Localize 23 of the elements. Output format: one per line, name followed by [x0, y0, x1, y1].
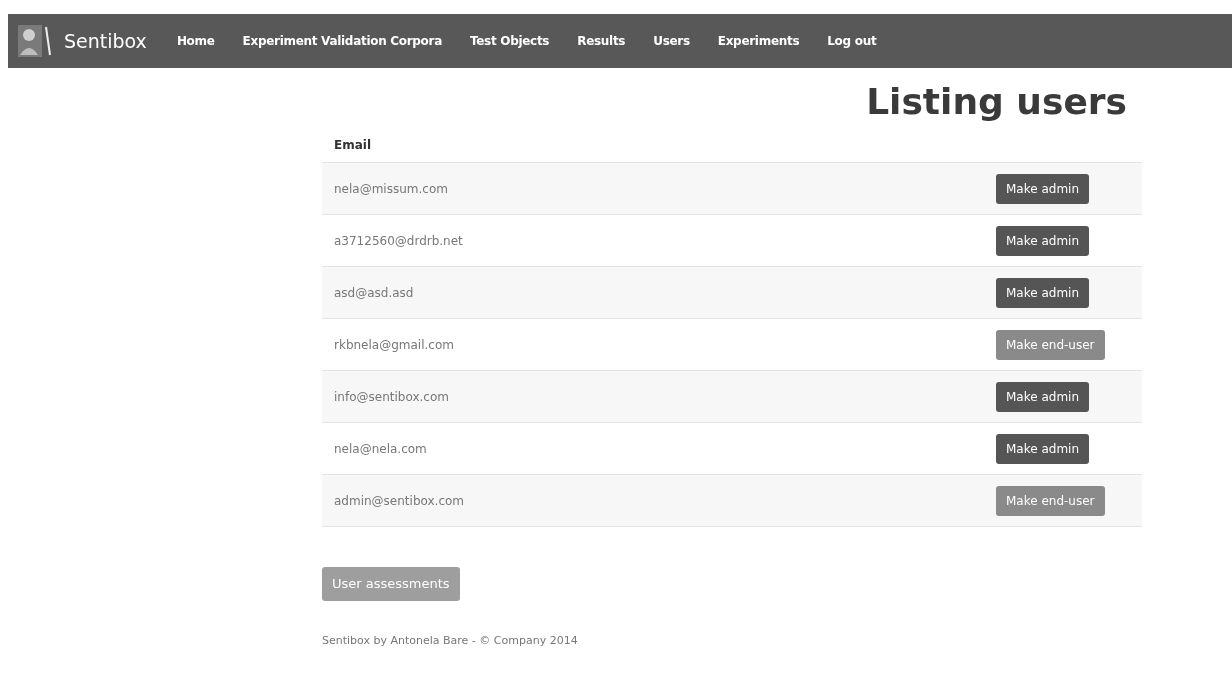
nav-link[interactable]: Home — [176, 32, 215, 50]
page-title: Listing users — [866, 80, 1127, 124]
email-cell-text: info@sentibox.com — [333, 388, 450, 406]
role-button[interactable]: Make admin — [996, 433, 1090, 464]
role-button[interactable]: Make admin — [996, 277, 1090, 308]
email-cell-text: nela@missum.com — [333, 180, 449, 198]
nav-link[interactable]: Experiments — [717, 32, 800, 50]
email-cell-text: asd@asd.asd — [333, 284, 415, 302]
email-cell-text: nela@nela.com — [333, 440, 428, 458]
nav-link[interactable]: Log out — [827, 32, 877, 50]
email-cell-text: admin@sentibox.com — [333, 492, 465, 510]
role-button[interactable]: Make admin — [996, 173, 1090, 204]
role-button[interactable]: Make admin — [996, 381, 1090, 412]
nav-link[interactable]: Test Objects — [470, 32, 550, 50]
nav-link[interactable]: Results — [577, 32, 626, 50]
nav-link[interactable]: Experiment Validation Corpora — [242, 32, 442, 50]
column-header: Email — [334, 137, 372, 154]
role-button[interactable]: Make admin — [996, 225, 1090, 256]
email-cell-text: rkbnela@gmail.com — [333, 336, 455, 354]
brand-name[interactable]: Sentibox — [64, 26, 147, 56]
email-cell-text: a3712560@drdrb.net — [333, 232, 464, 250]
nav-link[interactable]: Users — [653, 32, 690, 50]
footer-text: Sentibox by Antonela Bare - © Company 2014 — [322, 632, 579, 649]
